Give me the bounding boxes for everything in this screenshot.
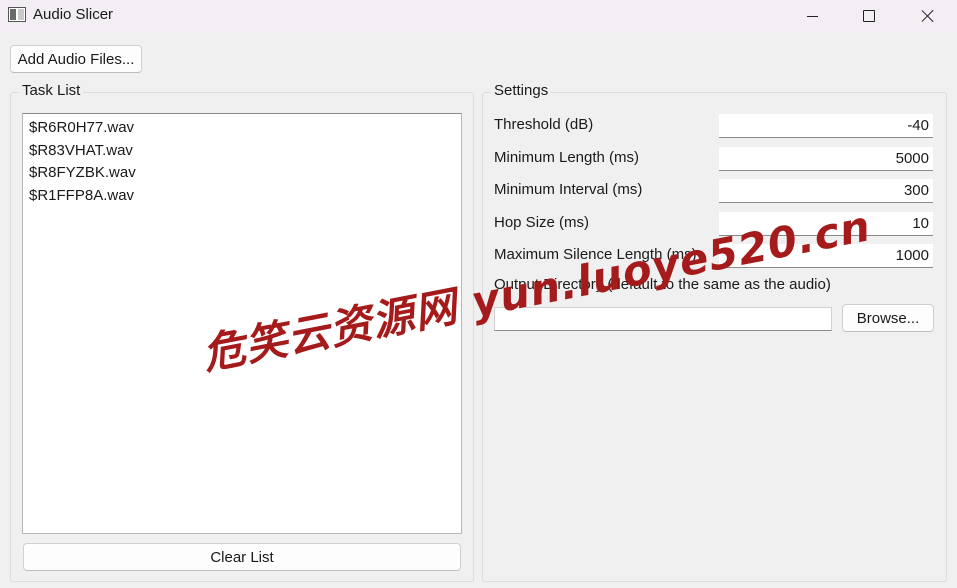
minimize-button[interactable] bbox=[789, 0, 835, 32]
close-icon bbox=[921, 9, 935, 23]
minimize-icon bbox=[806, 15, 818, 17]
app-icon bbox=[8, 7, 26, 22]
add-audio-files-button[interactable]: Add Audio Files... bbox=[10, 45, 142, 73]
task-list-title: Task List bbox=[19, 82, 84, 99]
list-item[interactable]: $R8FYZBK.wav bbox=[23, 162, 461, 185]
hop-size-label: Hop Size (ms) bbox=[494, 214, 590, 231]
list-item[interactable]: $R6R0H77.wav bbox=[23, 117, 461, 140]
threshold-field[interactable]: -40 bbox=[719, 114, 933, 138]
min-length-field[interactable]: 5000 bbox=[719, 147, 933, 171]
list-item[interactable]: $R1FFP8A.wav bbox=[23, 185, 461, 208]
title-bar: Audio Slicer bbox=[0, 0, 957, 32]
min-length-label: Minimum Length (ms) bbox=[494, 149, 640, 166]
settings-title: Settings bbox=[491, 82, 552, 99]
window-title: Audio Slicer bbox=[33, 6, 114, 23]
maximize-icon bbox=[863, 10, 875, 22]
clear-list-button[interactable]: Clear List bbox=[23, 543, 461, 571]
close-button[interactable] bbox=[905, 0, 951, 32]
maximize-button[interactable] bbox=[846, 0, 892, 32]
threshold-label: Threshold (dB) bbox=[494, 116, 594, 133]
list-item[interactable]: $R83VHAT.wav bbox=[23, 140, 461, 163]
browse-button[interactable]: Browse... bbox=[842, 304, 934, 332]
min-interval-label: Minimum Interval (ms) bbox=[494, 181, 643, 198]
